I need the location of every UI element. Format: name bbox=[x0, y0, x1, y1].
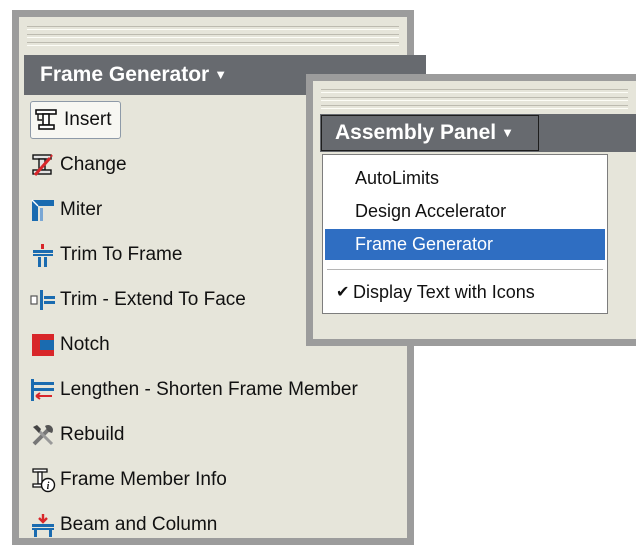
trim-extend-tool-button[interactable]: Trim - Extend To Face bbox=[30, 282, 246, 318]
tool-label: Miter bbox=[60, 199, 103, 220]
chevron-down-icon: ▼ bbox=[214, 67, 228, 82]
trim-to-frame-icon bbox=[33, 244, 53, 267]
rebuild-tool-button[interactable]: Rebuild bbox=[30, 417, 124, 453]
menu-item-design-accelerator[interactable]: Design Accelerator bbox=[325, 196, 605, 227]
panel-grip[interactable] bbox=[27, 42, 399, 46]
trim-to-frame-tool-button[interactable]: Trim To Frame bbox=[30, 237, 182, 273]
rebuild-icon bbox=[32, 425, 54, 446]
tool-label: Trim To Frame bbox=[60, 244, 183, 265]
svg-text:i: i bbox=[47, 481, 50, 492]
tool-label: Trim - Extend To Face bbox=[60, 289, 246, 310]
tool-label: Lengthen - Shorten Frame Member bbox=[60, 379, 358, 400]
insert-tool-button[interactable]: Insert bbox=[30, 101, 121, 139]
assembly-panel-window: Assembly Panel ▼ AutoLimits Design Accele… bbox=[306, 74, 636, 346]
chevron-down-icon: ▼ bbox=[501, 125, 514, 140]
miter-tool-button[interactable]: Miter bbox=[30, 192, 102, 228]
menu-item-frame-generator[interactable]: Frame Generator bbox=[325, 229, 605, 260]
change-tool-button[interactable]: Change bbox=[30, 147, 127, 183]
tool-label: Insert bbox=[64, 109, 112, 130]
tool-label: Frame Member Info bbox=[60, 469, 227, 490]
beam-column-tool-button[interactable]: Beam and Column bbox=[30, 507, 217, 543]
change-frame-icon bbox=[32, 154, 53, 176]
assembly-panel-title: Assembly Panel bbox=[335, 121, 497, 144]
beam-column-icon bbox=[32, 514, 54, 537]
panel-grip[interactable] bbox=[27, 26, 399, 30]
panel-switch-menu: AutoLimits Design Accelerator Frame Gene… bbox=[322, 154, 608, 314]
notch-tool-button[interactable]: Notch bbox=[30, 327, 110, 363]
tool-label: Rebuild bbox=[60, 424, 125, 445]
insert-frame-icon bbox=[35, 109, 57, 130]
miter-icon bbox=[31, 199, 54, 221]
lengthen-shorten-icon bbox=[31, 379, 54, 401]
frame-member-info-tool-button[interactable]: i Frame Member Info bbox=[30, 462, 227, 498]
tool-label: Notch bbox=[60, 334, 110, 355]
frame-member-info-icon: i bbox=[32, 468, 56, 493]
tool-label: Beam and Column bbox=[60, 514, 218, 535]
panel-grip[interactable] bbox=[321, 97, 628, 101]
panel-grip[interactable] bbox=[321, 89, 628, 93]
panel-grip[interactable] bbox=[27, 34, 399, 38]
menu-item-display-text-with-icons[interactable]: ✔ Display Text with Icons bbox=[325, 277, 605, 308]
frame-generator-title: Frame Generator bbox=[40, 63, 210, 86]
tool-label: Change bbox=[60, 154, 127, 175]
trim-extend-icon bbox=[30, 290, 55, 310]
lengthen-shorten-tool-button[interactable]: Lengthen - Shorten Frame Member bbox=[30, 372, 358, 408]
panel-grip[interactable] bbox=[321, 105, 628, 109]
assembly-panel-header: Assembly Panel ▼ bbox=[320, 114, 636, 152]
notch-icon bbox=[32, 334, 54, 356]
menu-item-label: Display Text with Icons bbox=[353, 282, 535, 302]
assembly-panel-dropdown-button[interactable]: Assembly Panel ▼ bbox=[321, 115, 539, 151]
checkmark-icon: ✔ bbox=[336, 284, 350, 301]
menu-item-autolimits[interactable]: AutoLimits bbox=[325, 163, 605, 194]
menu-separator bbox=[327, 269, 603, 270]
